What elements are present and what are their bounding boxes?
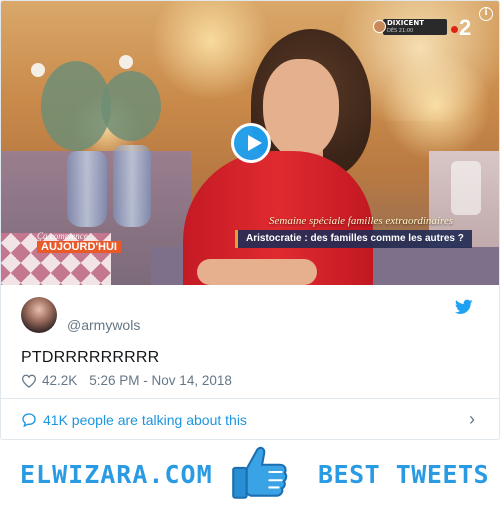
show-logo-top: Ça commence: [37, 231, 88, 241]
presenter-arm: [197, 259, 317, 285]
chevron-right-icon[interactable]: ›: [469, 410, 475, 428]
user-handle[interactable]: @armywols: [67, 317, 140, 333]
tweet-header: @armywols: [21, 297, 481, 337]
banner-tagline: BEST TWEETS: [318, 460, 490, 489]
lower-third-caption: Aristocratie : des familles comme les au…: [235, 230, 472, 248]
like-count[interactable]: 42.2K: [42, 373, 77, 388]
speech-bubble-icon: [22, 413, 36, 428]
conversation-link[interactable]: 41K people are talking about this ›: [21, 410, 481, 430]
vase: [67, 151, 107, 227]
channel-badge: DIXICENT DÈS 21:00: [373, 19, 447, 35]
show-logo-main: AUJOURD'HUI: [37, 241, 121, 253]
badge-avatar: [373, 20, 386, 33]
footer-banner: ELWIZARA.COM BEST TWEETS: [0, 440, 500, 511]
conversation-text: 41K people are talking about this: [43, 412, 247, 428]
tweet-timestamp[interactable]: 5:26 PM - Nov 14, 2018: [89, 373, 232, 388]
flower: [119, 55, 133, 69]
info-icon[interactable]: i: [479, 7, 493, 21]
embedded-tweet-card: Ça commence AUJOURD'HUI Semaine spéciale…: [0, 0, 500, 440]
flower: [31, 63, 45, 77]
vase: [113, 145, 151, 227]
avatar[interactable]: [21, 297, 57, 333]
channel-badge-sub: DÈS 21:00: [387, 28, 414, 34]
tweet-meta: 42.2K 5:26 PM - Nov 14, 2018: [21, 373, 232, 388]
glass-jar: [451, 161, 481, 215]
tweet-text: PTDRRRRRRRRR: [21, 349, 160, 366]
twitter-bird-icon[interactable]: [455, 299, 473, 315]
network-dot: [451, 25, 458, 33]
site-name: ELWIZARA.COM: [20, 460, 213, 489]
heart-icon[interactable]: [21, 374, 37, 388]
video-thumbnail[interactable]: Ça commence AUJOURD'HUI Semaine spéciale…: [1, 1, 499, 285]
channel-badge-label: DIXICENT: [387, 19, 424, 27]
show-logo: Ça commence AUJOURD'HUI: [37, 231, 121, 253]
network-logo: 2: [451, 15, 471, 41]
thumbs-up-icon: [232, 446, 288, 499]
play-icon[interactable]: [231, 123, 271, 163]
lower-third-subtitle: Semaine spéciale familles extraordinaire…: [269, 215, 454, 227]
divider: [1, 398, 499, 399]
plant-leaves: [101, 71, 161, 141]
presenter-face: [263, 59, 339, 159]
network-number: 2: [459, 15, 472, 40]
